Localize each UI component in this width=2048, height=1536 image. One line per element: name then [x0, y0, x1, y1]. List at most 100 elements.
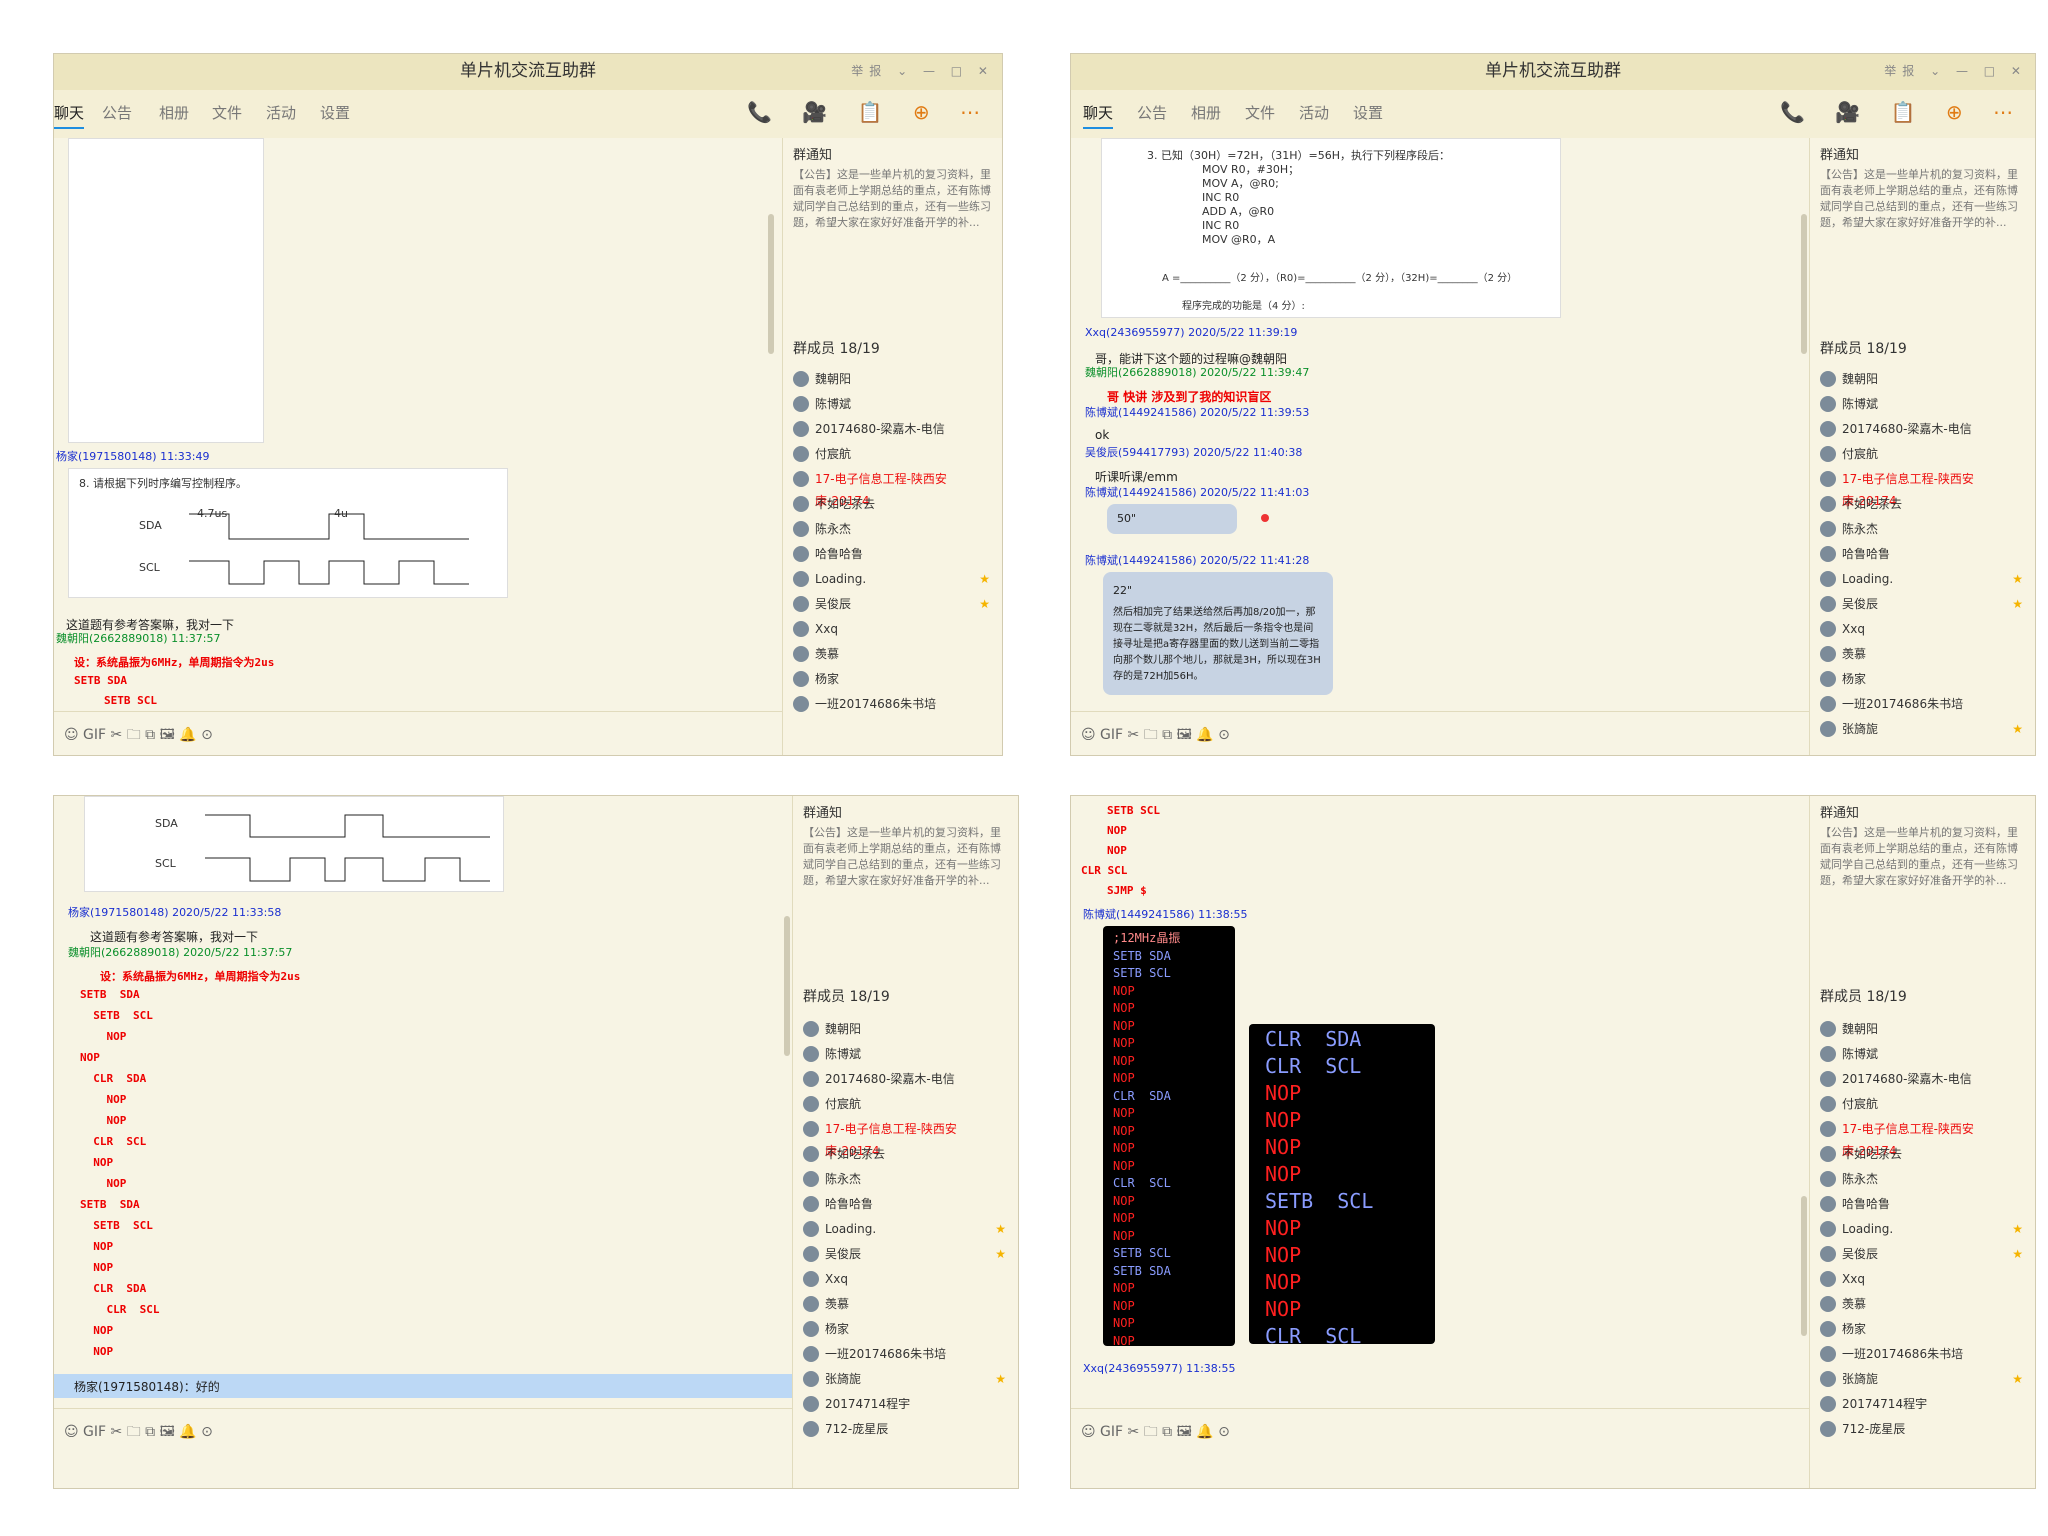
scrollbar[interactable]: [1801, 214, 1807, 354]
member-item[interactable]: 陈永杰: [1820, 1168, 2025, 1193]
member-item[interactable]: 张旖旎 ★: [1820, 718, 2025, 743]
member-item[interactable]: 付宸航: [1820, 443, 2025, 468]
code-image-2[interactable]: CLR SDA CLR SCL NOP NOP NOP NOP SETB SCL NOP NOP…: [1249, 1024, 1435, 1348]
new-message-notice[interactable]: 杨家(1971580148)：好的: [54, 1374, 794, 1398]
member-item[interactable]: 付宸航: [1820, 1093, 2025, 1118]
member-item[interactable]: 张旖旎 ★: [803, 1368, 1008, 1393]
voice-message[interactable]: 50": [1107, 504, 1237, 534]
member-item[interactable]: 羡慕: [1820, 643, 2025, 668]
member-item[interactable]: 哈鲁哈鲁: [803, 1193, 1008, 1218]
image-question[interactable]: 3. 已知（30H）=72H，（31H）=56H，执行下列程序段后： MOV R…: [1101, 138, 1561, 318]
member-item[interactable]: 一班20174686朱书培: [1820, 693, 2025, 718]
member-item[interactable]: 20174680-梁嘉木-电信: [1820, 418, 2025, 443]
member-item[interactable]: 吴俊辰 ★: [803, 1243, 1008, 1268]
call-icons[interactable]: 📞 🎥 📋 ⊕ ⋯: [747, 100, 992, 124]
tab-chat[interactable]: 聊天: [1083, 102, 1114, 129]
member-item[interactable]: Loading. ★: [793, 568, 992, 593]
tab-files[interactable]: 文件: [212, 102, 242, 123]
member-item[interactable]: 712-庞星辰: [1820, 1418, 2025, 1443]
member-item[interactable]: 17-电子信息工程-陕西安康-20174: [1820, 1118, 2025, 1158]
input-toolbar[interactable]: ☺ GIF ✂ 🗀 ⧉ 🖼 🔔 ⊙: [1071, 1408, 1811, 1452]
call-icons[interactable]: 📞 🎥 📋 ⊕ ⋯: [1780, 100, 2025, 124]
tab-album[interactable]: 相册: [1191, 102, 1221, 123]
member-item[interactable]: 吴俊辰 ★: [1820, 1243, 2025, 1268]
tab-activity[interactable]: 活动: [1299, 102, 1329, 123]
member-item[interactable]: 不如吃茶去: [1820, 493, 2025, 518]
member-item[interactable]: 杨家: [793, 668, 992, 693]
member-item[interactable]: Loading. ★: [1820, 568, 2025, 593]
member-item[interactable]: 不如吃茶去: [793, 493, 992, 518]
member-item[interactable]: 一班20174686朱书培: [1820, 1343, 2025, 1368]
member-item[interactable]: 哈鲁哈鲁: [1820, 543, 2025, 568]
member-item[interactable]: 羡慕: [803, 1293, 1008, 1318]
announce-text[interactable]: 【公告】这是一些单片机的复习资料，里面有袁老师上学期总结的重点，还有陈博斌同学自…: [793, 167, 994, 231]
member-item[interactable]: 20174714程宇: [803, 1393, 1008, 1418]
member-item[interactable]: Loading. ★: [1820, 1218, 2025, 1243]
code-image-1[interactable]: ;12MHz晶振 SETB SDA SETB SCL NOP NOP NOP NOP NOP N…: [1103, 926, 1235, 1348]
member-item[interactable]: Xxq: [1820, 1268, 2025, 1293]
member-item[interactable]: 杨家: [1820, 1318, 2025, 1343]
tab-settings[interactable]: 设置: [1353, 102, 1383, 123]
member-item[interactable]: 付宸航: [793, 443, 992, 468]
member-item[interactable]: 20174680-梁嘉木-电信: [793, 418, 992, 443]
member-item[interactable]: 不如吃茶去: [1820, 1143, 2025, 1168]
tab-announce[interactable]: 公告: [102, 102, 132, 123]
member-item[interactable]: Xxq: [803, 1268, 1008, 1293]
member-item[interactable]: 哈鲁哈鲁: [1820, 1193, 2025, 1218]
member-item[interactable]: 不如吃茶去: [803, 1143, 1008, 1168]
member-item[interactable]: 陈永杰: [1820, 518, 2025, 543]
image-timing[interactable]: 8. 请根据下列时序编写控制程序。 SDA SCL 4.7us 4u: [68, 468, 508, 598]
member-item[interactable]: 17-电子信息工程-陕西安康-20174: [793, 468, 992, 508]
member-item[interactable]: 712-庞星辰: [803, 1418, 1008, 1443]
announce-text[interactable]: 【公告】这是一些单片机的复习资料，里面有袁老师上学期总结的重点，还有陈博斌同学自…: [1820, 825, 2027, 889]
member-item[interactable]: 羡慕: [1820, 1293, 2025, 1318]
input-toolbar[interactable]: ☺ GIF ✂ 🗀 ⧉ 🖼 🔔 ⊙: [1071, 711, 1811, 755]
input-toolbar[interactable]: ☺ GIF ✂ 🗀 ⧉ 🖼 🔔 ⊙: [54, 711, 819, 755]
member-item[interactable]: 17-电子信息工程-陕西安康-20174: [803, 1118, 1008, 1158]
member-item[interactable]: 陈博斌: [793, 393, 992, 418]
image-schematic[interactable]: [68, 138, 264, 443]
member-item[interactable]: 20174680-梁嘉木-电信: [1820, 1068, 2025, 1093]
member-item[interactable]: 陈博斌: [1820, 1043, 2025, 1068]
member-item[interactable]: 20174714程宇: [1820, 1393, 2025, 1418]
member-item[interactable]: 杨家: [803, 1318, 1008, 1343]
scrollbar[interactable]: [784, 916, 790, 1056]
announce-text[interactable]: 【公告】这是一些单片机的复习资料，里面有袁老师上学期总结的重点，还有陈博斌同学自…: [1820, 167, 2027, 231]
member-item[interactable]: 17-电子信息工程-陕西安康-20174: [1820, 468, 2025, 508]
image-timing[interactable]: SDA SCL: [84, 796, 504, 892]
member-item[interactable]: 魏朝阳: [803, 1018, 1008, 1043]
member-item[interactable]: 一班20174686朱书培: [793, 693, 992, 718]
member-item[interactable]: 陈博斌: [1820, 393, 2025, 418]
input-toolbar[interactable]: ☺ GIF ✂ 🗀 ⧉ 🖼 🔔 ⊙: [54, 1408, 794, 1452]
window-controls[interactable]: 举报 ⌄ — □ ✕: [851, 54, 994, 88]
member-item[interactable]: 20174680-梁嘉木-电信: [803, 1068, 1008, 1093]
window-controls[interactable]: 举报 ⌄ — □ ✕: [1884, 54, 2027, 88]
member-item[interactable]: 陈博斌: [803, 1043, 1008, 1068]
tab-announce[interactable]: 公告: [1137, 102, 1167, 123]
scrollbar[interactable]: [768, 214, 774, 354]
member-item[interactable]: Xxq: [793, 618, 992, 643]
tab-settings[interactable]: 设置: [320, 102, 350, 123]
member-item[interactable]: 吴俊辰 ★: [1820, 593, 2025, 618]
member-item[interactable]: 杨家: [1820, 668, 2025, 693]
member-item[interactable]: 一班20174686朱书培: [803, 1343, 1008, 1368]
member-item[interactable]: 付宸航: [803, 1093, 1008, 1118]
voice-transcript-bubble[interactable]: 22" 然后相加完了结果送给然后再加8/20加一，那现在二零就是32H，然后最后…: [1103, 572, 1333, 695]
member-item[interactable]: Xxq: [1820, 618, 2025, 643]
member-item[interactable]: 哈鲁哈鲁: [793, 543, 992, 568]
tab-files[interactable]: 文件: [1245, 102, 1275, 123]
member-item[interactable]: 魏朝阳: [793, 368, 992, 393]
member-item[interactable]: 陈永杰: [803, 1168, 1008, 1193]
member-item[interactable]: 魏朝阳: [1820, 1018, 2025, 1043]
member-item[interactable]: 魏朝阳: [1820, 368, 2025, 393]
scrollbar[interactable]: [1801, 1196, 1807, 1336]
tab-album[interactable]: 相册: [159, 102, 189, 123]
tab-chat[interactable]: 聊天: [54, 102, 85, 129]
member-item[interactable]: Loading. ★: [803, 1218, 1008, 1243]
member-item[interactable]: 吴俊辰 ★: [793, 593, 992, 618]
announce-text[interactable]: 【公告】这是一些单片机的复习资料，里面有袁老师上学期总结的重点，还有陈博斌同学自…: [803, 825, 1010, 889]
member-item[interactable]: 陈永杰: [793, 518, 992, 543]
member-item[interactable]: 张旖旎 ★: [1820, 1368, 2025, 1393]
member-item[interactable]: 羡慕: [793, 643, 992, 668]
tab-activity[interactable]: 活动: [266, 102, 296, 123]
